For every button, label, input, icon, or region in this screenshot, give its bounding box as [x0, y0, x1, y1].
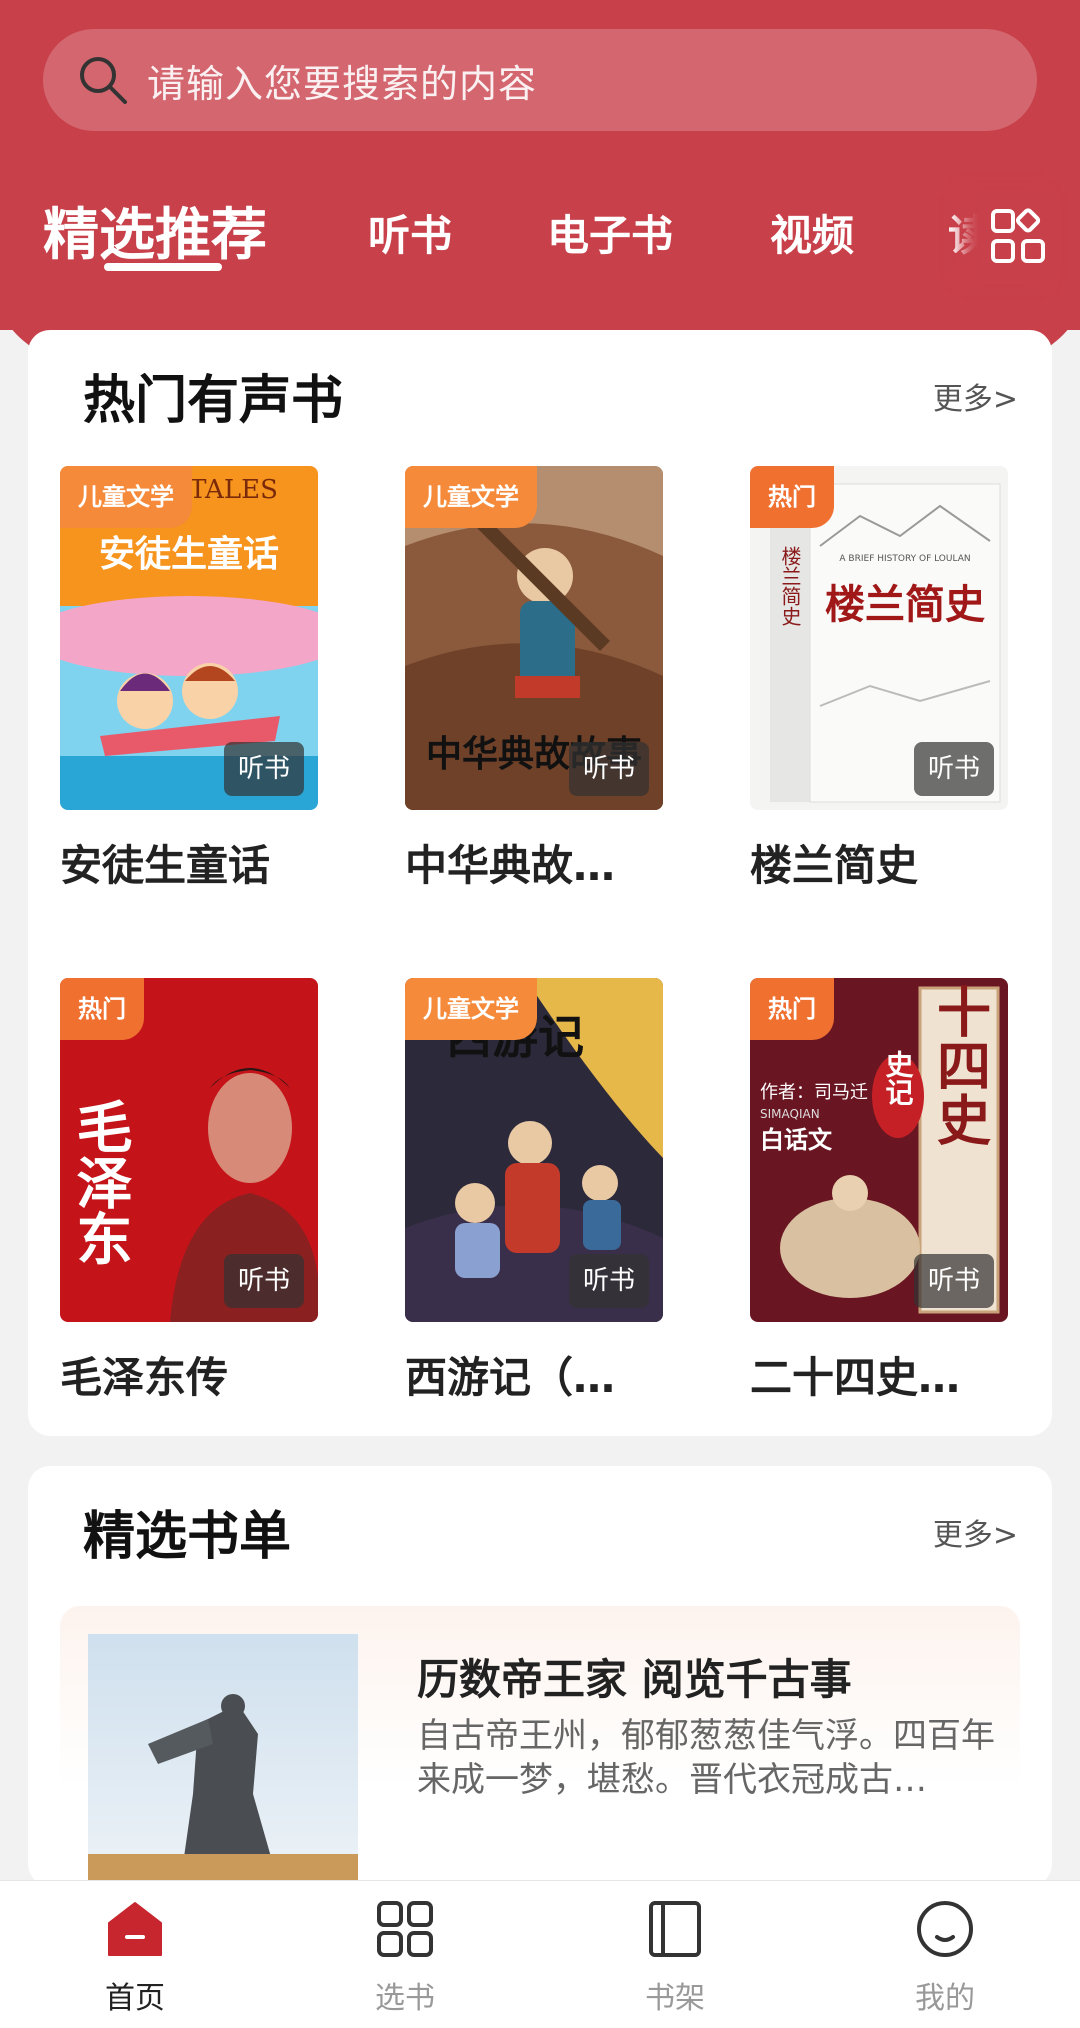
category-tag: 儿童文学 — [60, 466, 192, 528]
nav-label: 首页 — [105, 1981, 165, 2016]
category-tag: 儿童文学 — [405, 466, 537, 528]
book-item[interactable]: 西游记 儿童文学 听书 西游记（… — [405, 978, 663, 1405]
nav-bookshelf[interactable]: 书架 — [595, 1899, 755, 2017]
hot-audiobooks-section: 热门有声书 更多> FAIRY TALES 安徒生童话 儿童文学 听书 安徒生童… — [28, 330, 1052, 1436]
audiobook-badge: 听书 — [224, 1254, 304, 1308]
svg-text:史记: 史记 — [882, 1050, 915, 1106]
search-icon — [80, 57, 127, 104]
nav-profile[interactable]: 我的 — [865, 1899, 1025, 2017]
search-placeholder: 请输入您要搜索的内容 — [147, 61, 538, 106]
book-item[interactable]: 毛泽东 热门 听书 毛泽东传 — [60, 978, 318, 1405]
tab-videos[interactable]: 视频 — [770, 202, 854, 263]
booklist-title: 历数帝王家 阅览千古事 — [417, 1655, 852, 1704]
category-tag: 儿童文学 — [405, 978, 537, 1040]
booklist-item[interactable]: 历数帝王家 阅览千古事 自古帝王州，郁郁葱葱佳气浮。四百年来成一梦，堪愁。晋代衣… — [60, 1606, 1020, 1886]
book-cover: 中华典故故事 儿童文学 听书 — [405, 466, 663, 810]
book-item[interactable]: 二十四史 史记 作者：司马迁 SIMAQIAN 白话文 热门 听书 二十四史… — [750, 978, 1008, 1405]
svg-text:安徒生童话: 安徒生童话 — [99, 533, 279, 575]
grid-menu-icon — [991, 208, 1045, 263]
nav-label: 我的 — [915, 1981, 975, 2016]
booklist-description: 自古帝王州，郁郁葱葱佳气浮。四百年来成一梦，堪愁。晋代衣冠成古… — [417, 1716, 995, 1800]
more-link[interactable]: 更多> — [933, 374, 1018, 418]
svg-text:楼兰简史: 楼兰简史 — [825, 582, 985, 628]
nav-label: 选书 — [375, 1981, 435, 2016]
home-icon — [108, 1902, 162, 1956]
section-title: 精选书单 — [83, 1507, 292, 1567]
book-cover: 西游记 儿童文学 听书 — [405, 978, 663, 1322]
book-title: 二十四史… — [750, 1353, 961, 1402]
svg-text:毛泽东: 毛泽东 — [67, 1098, 133, 1266]
audiobook-badge: 听书 — [224, 742, 304, 796]
book-cover: FAIRY TALES 安徒生童话 儿童文学 听书 — [60, 466, 318, 810]
book-title: 中华典故… — [405, 841, 616, 890]
svg-text:白话文: 白话文 — [760, 1126, 833, 1154]
all-categories-button[interactable] — [978, 196, 1060, 278]
svg-text:A BRIEF HISTORY OF LOULAN: A BRIEF HISTORY OF LOULAN — [839, 554, 970, 564]
book-item[interactable]: 楼兰简史 A BRIEF HISTORY OF LOULAN 楼兰简史 热门 听… — [750, 466, 1008, 893]
svg-text:SIMAQIAN: SIMAQIAN — [760, 1107, 820, 1121]
book-item[interactable]: FAIRY TALES 安徒生童话 儿童文学 听书 安徒生童话 — [60, 466, 318, 893]
category-tag: 热门 — [60, 978, 144, 1040]
bottom-navigation: 首页 选书 书架 我的 — [0, 1880, 1080, 2028]
nav-label: 书架 — [645, 1981, 705, 2016]
book-title: 西游记（… — [405, 1353, 616, 1402]
featured-booklist-section: 精选书单 更多> 历数帝王家 阅览千古事 自古帝王州，郁郁葱葱佳气浮。四百年来成… — [28, 1466, 1052, 1886]
book-cover: 楼兰简史 A BRIEF HISTORY OF LOULAN 楼兰简史 热门 听… — [750, 466, 1008, 810]
book-cover: 二十四史 史记 作者：司马迁 SIMAQIAN 白话文 热门 听书 — [750, 978, 1008, 1322]
profile-icon — [917, 1901, 973, 1957]
book-title: 安徒生童话 — [60, 841, 271, 890]
audiobook-badge: 听书 — [914, 742, 994, 796]
audiobook-badge: 听书 — [569, 1254, 649, 1308]
svg-text:二十四史: 二十四史 — [928, 978, 991, 1146]
booklist-cover — [88, 1634, 358, 1886]
nav-home[interactable]: 首页 — [55, 1899, 215, 2017]
active-tab-indicator — [104, 263, 222, 271]
more-link[interactable]: 更多> — [933, 1510, 1018, 1554]
nav-browse[interactable]: 选书 — [325, 1899, 485, 2017]
category-tag: 热门 — [750, 978, 834, 1040]
svg-text:作者：司马迁: 作者：司马迁 — [760, 1082, 868, 1103]
book-title: 楼兰简史 — [750, 841, 919, 890]
book-item[interactable]: 中华典故故事 儿童文学 听书 中华典故… — [405, 466, 663, 893]
tab-ebooks[interactable]: 电子书 — [547, 202, 673, 263]
book-cover: 毛泽东 热门 听书 — [60, 978, 318, 1322]
svg-text:楼兰简史: 楼兰简史 — [778, 546, 802, 626]
bookshelf-icon — [649, 1901, 701, 1957]
grid-icon — [377, 1901, 433, 1957]
tab-featured[interactable]: 精选推荐 — [43, 190, 267, 271]
tab-audiobooks[interactable]: 听书 — [368, 202, 452, 263]
section-title: 热门有声书 — [83, 371, 344, 431]
book-title: 毛泽东传 — [60, 1353, 229, 1402]
category-tag: 热门 — [750, 466, 834, 528]
audiobook-badge: 听书 — [914, 1254, 994, 1308]
search-bar[interactable]: 请输入您要搜索的内容 — [43, 29, 1037, 131]
category-tabs: 精选推荐 听书 电子书 视频 读 — [0, 180, 1080, 290]
audiobook-badge: 听书 — [569, 742, 649, 796]
